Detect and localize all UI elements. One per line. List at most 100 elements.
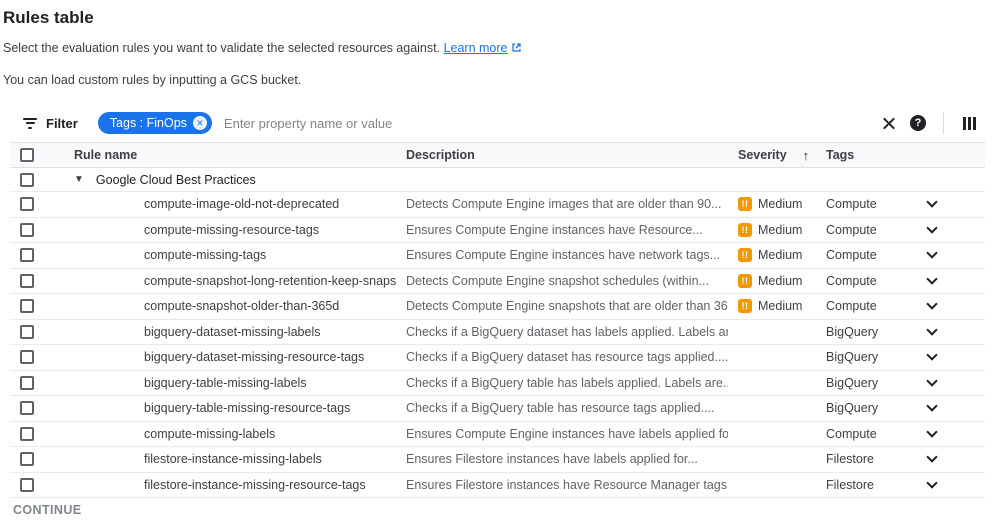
row-checkbox[interactable]	[20, 478, 34, 492]
filter-chip-tags-finops[interactable]: Tags : FinOps ✕	[98, 112, 212, 134]
severity-badge: !! Medium	[738, 274, 802, 288]
tag-cell: Compute	[816, 197, 920, 211]
tag-cell: Compute	[816, 248, 920, 262]
collapse-group-icon[interactable]: ▼	[74, 174, 84, 185]
expand-row-chevron-icon[interactable]	[926, 350, 937, 361]
severity-cell: !! Medium	[728, 248, 816, 262]
description-cell: Detects Compute Engine images that are o…	[396, 197, 728, 211]
row-checkbox[interactable]	[20, 197, 34, 211]
expand-row-chevron-icon[interactable]	[926, 426, 937, 437]
severity-badge: !! Medium	[738, 197, 802, 211]
expand-row-chevron-icon[interactable]	[926, 477, 937, 488]
sort-ascending-icon[interactable]: ↑	[803, 148, 810, 163]
rule-description: Detects Compute Engine images that are o…	[406, 197, 721, 211]
chip-remove-icon[interactable]: ✕	[193, 116, 207, 130]
rule-description: Ensures Compute Engine instances have ne…	[406, 248, 720, 262]
rule-name-cell: filestore-instance-missing-labels	[64, 452, 396, 466]
rule-name: filestore-instance-missing-resource-tags	[144, 478, 366, 492]
filter-input[interactable]	[224, 116, 873, 131]
table-row: compute-missing-resource-tags Ensures Co…	[10, 218, 985, 244]
rule-tag: Filestore	[826, 452, 874, 466]
subtitle-text: Select the evaluation rules you want to …	[3, 41, 440, 55]
rule-description: Ensures Compute Engine instances have la…	[406, 427, 728, 441]
rule-name-cell: bigquery-table-missing-resource-tags	[64, 401, 396, 415]
tag-cell: Compute	[816, 223, 920, 237]
row-checkbox[interactable]	[20, 299, 34, 313]
row-checkbox[interactable]	[20, 325, 34, 339]
expand-row-chevron-icon[interactable]	[926, 375, 937, 386]
tag-cell: Compute	[816, 274, 920, 288]
filter-button[interactable]: Filter	[16, 116, 84, 131]
rule-name-cell: bigquery-table-missing-labels	[64, 376, 396, 390]
rule-description: Checks if a BigQuery dataset has resourc…	[406, 350, 728, 364]
expand-row-chevron-icon[interactable]	[926, 248, 937, 259]
rule-name: filestore-instance-missing-labels	[144, 452, 322, 466]
clear-filters-button[interactable]	[873, 109, 903, 137]
tag-cell: Compute	[816, 299, 920, 313]
rule-name-cell: compute-snapshot-long-retention-keep-sna…	[64, 274, 396, 288]
column-header-rule-name[interactable]: Rule name	[64, 148, 396, 162]
row-checkbox[interactable]	[20, 223, 34, 237]
rule-name-cell: compute-snapshot-older-than-365d	[64, 299, 396, 313]
row-checkbox[interactable]	[20, 452, 34, 466]
table-row: bigquery-table-missing-labels Checks if …	[10, 371, 985, 397]
severity-badge: !! Medium	[738, 299, 802, 313]
filter-bar: Filter Tags : FinOps ✕ ?	[10, 108, 990, 138]
row-checkbox[interactable]	[20, 350, 34, 364]
description-cell: Checks if a BigQuery dataset has labels …	[396, 325, 728, 339]
rule-description: Ensures Filestore instances have Resourc…	[406, 478, 728, 492]
table-row: filestore-instance-missing-resource-tags…	[10, 473, 985, 499]
description-cell: Checks if a BigQuery table has resource …	[396, 401, 728, 415]
filter-label: Filter	[46, 116, 78, 131]
rule-tag: BigQuery	[826, 401, 878, 415]
table-row: bigquery-table-missing-resource-tags Che…	[10, 396, 985, 422]
learn-more-link[interactable]: Learn more	[444, 41, 508, 55]
rule-name: bigquery-dataset-missing-resource-tags	[144, 350, 364, 364]
row-checkbox[interactable]	[20, 401, 34, 415]
description-cell: Ensures Compute Engine instances have Re…	[396, 223, 728, 237]
severity-label: Medium	[758, 248, 802, 262]
row-checkbox[interactable]	[20, 376, 34, 390]
expand-row-chevron-icon[interactable]	[926, 324, 937, 335]
page-header: Rules table Select the evaluation rules …	[0, 0, 1000, 87]
expand-row-chevron-icon[interactable]	[926, 222, 937, 233]
column-header-tags[interactable]: Tags	[816, 148, 920, 162]
rule-tag: Compute	[826, 274, 877, 288]
severity-cell: !! Medium	[728, 197, 816, 211]
table-row: compute-missing-tags Ensures Compute Eng…	[10, 243, 985, 269]
column-display-button[interactable]	[954, 109, 984, 137]
rule-name-cell: compute-missing-resource-tags	[64, 223, 396, 237]
description-cell: Ensures Filestore instances have labels …	[396, 452, 728, 466]
severity-medium-icon: !!	[738, 248, 752, 262]
severity-label: Medium	[758, 274, 802, 288]
table-body: compute-image-old-not-deprecated Detects…	[10, 192, 985, 498]
row-checkbox[interactable]	[20, 274, 34, 288]
rule-name: bigquery-table-missing-resource-tags	[144, 401, 350, 415]
description-cell: Ensures Filestore instances have Resourc…	[396, 478, 728, 492]
expand-row-chevron-icon[interactable]	[926, 452, 937, 463]
external-link-icon	[511, 42, 522, 56]
severity-medium-icon: !!	[738, 197, 752, 211]
tag-cell: Filestore	[816, 478, 920, 492]
expand-row-chevron-icon[interactable]	[926, 197, 937, 208]
expand-row-chevron-icon[interactable]	[926, 299, 937, 310]
select-all-checkbox[interactable]	[20, 148, 34, 162]
rule-name: compute-missing-labels	[144, 427, 275, 441]
row-checkbox[interactable]	[20, 427, 34, 441]
column-header-description[interactable]: Description	[396, 148, 728, 162]
description-cell: Detects Compute Engine snapshots that ar…	[396, 299, 728, 313]
rule-name: compute-snapshot-older-than-365d	[144, 299, 339, 313]
severity-cell: !! Medium	[728, 223, 816, 237]
filter-help-button[interactable]: ?	[903, 109, 933, 137]
rule-description: Ensures Filestore instances have labels …	[406, 452, 698, 466]
severity-medium-icon: !!	[738, 223, 752, 237]
continue-button[interactable]: CONTINUE	[13, 503, 81, 517]
rule-description: Detects Compute Engine snapshots that ar…	[406, 299, 728, 313]
column-header-severity[interactable]: Severity ↑	[728, 148, 816, 163]
rule-name-header-label: Rule name	[74, 148, 137, 162]
expand-row-chevron-icon[interactable]	[926, 273, 937, 284]
expand-row-chevron-icon[interactable]	[926, 401, 937, 412]
row-checkbox[interactable]	[20, 248, 34, 262]
rule-name-cell: bigquery-dataset-missing-resource-tags	[64, 350, 396, 364]
group-checkbox[interactable]	[20, 173, 34, 187]
